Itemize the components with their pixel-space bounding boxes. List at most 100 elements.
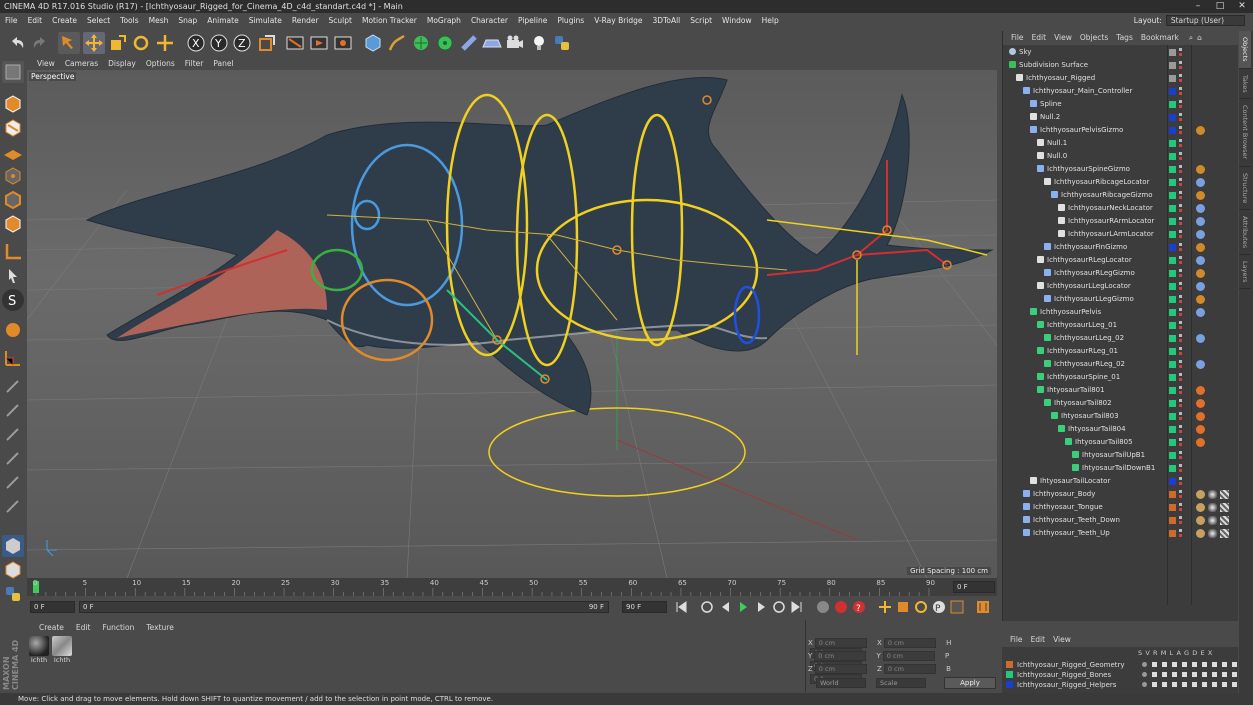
layer-toggle-icon[interactable]: [1182, 662, 1187, 667]
position-y-field[interactable]: 0 cm: [814, 651, 867, 661]
material-menu-edit[interactable]: Edit: [76, 623, 91, 632]
layer-color-swatch[interactable]: [1169, 257, 1176, 264]
object-row[interactable]: IchthyosaurPelvisGizmo: [1003, 124, 1239, 137]
side-tab-content-browser[interactable]: Content Browser: [1239, 99, 1251, 167]
menu-script[interactable]: Script: [690, 16, 712, 25]
layer-color-swatch[interactable]: [1169, 491, 1176, 498]
render-visibility-dot[interactable]: [1179, 144, 1182, 147]
layer-color-swatch[interactable]: [1169, 218, 1176, 225]
rotate-icon[interactable]: [130, 32, 152, 54]
render-visibility-dot[interactable]: [1179, 352, 1182, 355]
layer-toggle-icon[interactable]: [1182, 672, 1187, 677]
layer-color-swatch[interactable]: [1169, 400, 1176, 407]
layer-color-swatch[interactable]: [1169, 309, 1176, 316]
texture-tag-icon[interactable]: [1220, 490, 1229, 499]
object-row[interactable]: IchthyosaurPelvis: [1003, 306, 1239, 319]
layer-toggle-icon[interactable]: [1232, 662, 1237, 667]
object-row[interactable]: IchthyosaurSpine_01: [1003, 371, 1239, 384]
layer-toggle-icon[interactable]: [1142, 682, 1147, 687]
workplane-lock-icon[interactable]: [2, 347, 24, 369]
editor-visibility-dot[interactable]: [1179, 451, 1182, 454]
layer-color-swatch[interactable]: [1169, 140, 1176, 147]
layer-color-swatch[interactable]: [1169, 517, 1176, 524]
layer-column-header[interactable]: L: [1170, 649, 1177, 657]
python-icon[interactable]: [551, 32, 573, 54]
layer-color-swatch[interactable]: [1169, 283, 1176, 290]
object-menu-view[interactable]: View: [1054, 31, 1072, 45]
layer-color-swatch[interactable]: [1169, 62, 1176, 69]
editor-visibility-dot[interactable]: [1179, 243, 1182, 246]
layer-column-header[interactable]: V: [1145, 649, 1153, 657]
render-visibility-dot[interactable]: [1179, 456, 1182, 459]
render-visibility-dot[interactable]: [1179, 482, 1182, 485]
layer-color-swatch[interactable]: [1169, 49, 1176, 56]
layer-menu-edit[interactable]: Edit: [1031, 633, 1046, 647]
menu-motion-tracker[interactable]: Motion Tracker: [362, 16, 417, 25]
object-tag-icon[interactable]: [1196, 204, 1205, 213]
autokey-icon[interactable]: ?: [851, 599, 867, 615]
material-menu-function[interactable]: Function: [102, 623, 134, 632]
key-scale-icon[interactable]: [895, 599, 911, 615]
viewport-menu-cameras[interactable]: Cameras: [65, 59, 98, 68]
undo-icon[interactable]: [6, 32, 28, 54]
size-x-field[interactable]: 0 cm: [883, 638, 936, 648]
side-tab-objects[interactable]: Objects: [1239, 31, 1251, 69]
layer-toggle-icon[interactable]: [1222, 672, 1227, 677]
layer-color-swatch[interactable]: [1169, 296, 1176, 303]
make-editable-icon[interactable]: [2, 61, 24, 83]
layer-color-swatch[interactable]: [1006, 671, 1013, 678]
editor-visibility-dot[interactable]: [1179, 113, 1182, 116]
render-visibility-dot[interactable]: [1179, 105, 1182, 108]
object-tag-icon[interactable]: [1196, 386, 1205, 395]
object-row[interactable]: IchthyosaurNeckLocator: [1003, 202, 1239, 215]
editor-visibility-dot[interactable]: [1179, 347, 1182, 350]
move-icon[interactable]: [83, 32, 105, 54]
coordinate-mode-select[interactable]: World: [816, 678, 866, 688]
render-visibility-dot[interactable]: [1179, 170, 1182, 173]
object-row[interactable]: IhtyosaurTail802: [1003, 397, 1239, 410]
search-icon[interactable]: ⌕: [1189, 31, 1193, 45]
layer-column-header[interactable]: E: [1201, 649, 1208, 657]
x-axis-lock-icon[interactable]: X: [185, 32, 207, 54]
render-settings-icon[interactable]: [332, 32, 354, 54]
object-tag-icon[interactable]: [1196, 191, 1205, 200]
layer-toggle-icon[interactable]: [1192, 672, 1197, 677]
render-visibility-dot[interactable]: [1179, 222, 1182, 225]
object-row[interactable]: Spline: [1003, 98, 1239, 111]
object-tag-icon[interactable]: [1196, 217, 1205, 226]
render-visibility-dot[interactable]: [1179, 196, 1182, 199]
object-row[interactable]: IchthyosaurRArmLocator: [1003, 215, 1239, 228]
layer-color-swatch[interactable]: [1169, 439, 1176, 446]
layer-toggle-icon[interactable]: [1202, 682, 1207, 687]
editor-visibility-dot[interactable]: [1179, 87, 1182, 90]
tweak-mode-icon[interactable]: [2, 265, 24, 287]
editor-visibility-dot[interactable]: [1179, 438, 1182, 441]
minimize-button[interactable]: –: [1187, 0, 1209, 13]
object-row[interactable]: IchthyosaurRLeg_02: [1003, 358, 1239, 371]
light-icon[interactable]: [528, 32, 550, 54]
layer-column-header[interactable]: D: [1192, 649, 1200, 657]
layer-color-swatch[interactable]: [1169, 205, 1176, 212]
layer-toggle-icon[interactable]: [1142, 662, 1147, 667]
layer-menu-view[interactable]: View: [1053, 633, 1071, 647]
object-row[interactable]: IchthyosaurLLegGizmo: [1003, 293, 1239, 306]
object-tag-icon[interactable]: [1196, 282, 1205, 291]
script-icon[interactable]: [2, 583, 24, 605]
render-visibility-dot[interactable]: [1179, 339, 1182, 342]
viewport-3d[interactable]: Perspective Grid Spacing : 100 cm: [27, 70, 997, 578]
object-tag-icon[interactable]: [1196, 516, 1205, 525]
layer-toggle-icon[interactable]: [1232, 682, 1237, 687]
editor-visibility-dot[interactable]: [1179, 126, 1182, 129]
object-tag-icon[interactable]: [1196, 269, 1205, 278]
layer-color-swatch[interactable]: [1169, 426, 1176, 433]
brush-icon-2[interactable]: [2, 399, 24, 421]
object-tag-icon[interactable]: [1196, 412, 1205, 421]
render-visibility-dot[interactable]: [1179, 365, 1182, 368]
brush-icon-4[interactable]: [2, 447, 24, 469]
viewport-menu-display[interactable]: Display: [108, 59, 136, 68]
pen-icon[interactable]: [386, 32, 408, 54]
render-visibility-dot[interactable]: [1179, 287, 1182, 290]
menu-window[interactable]: Window: [722, 16, 752, 25]
model-mode-icon[interactable]: [2, 93, 24, 115]
layer-color-swatch[interactable]: [1169, 478, 1176, 485]
